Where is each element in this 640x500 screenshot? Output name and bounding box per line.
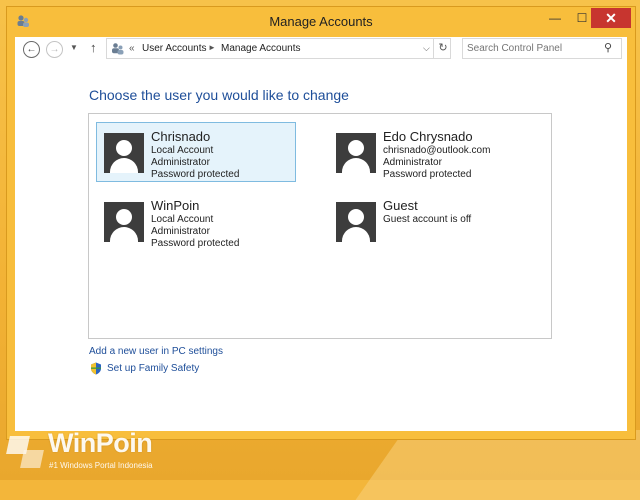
page-title: Choose the user you would like to change (89, 87, 349, 103)
recent-locations-dropdown[interactable]: ▼ (70, 43, 78, 52)
winpoin-watermark: WinPoin #1 Windows Portal Indonesia (6, 428, 178, 474)
manage-accounts-window: Manage Accounts — ☐ ✕ ← → ▼ ↑ « User Acc… (6, 6, 636, 440)
navigation-toolbar: ← → ▼ ↑ « User Accounts ► Manage Account… (15, 37, 627, 65)
up-button[interactable]: ↑ (90, 40, 97, 55)
shield-icon (91, 362, 101, 375)
avatar (336, 133, 376, 173)
winpoin-logo-accent (20, 450, 44, 468)
search-box[interactable]: ⚲ (462, 38, 622, 59)
desktop-light-streak (355, 430, 640, 500)
account-name: Chrisnado (151, 129, 211, 144)
forward-button[interactable]: → (46, 41, 63, 58)
breadcrumb-manage-accounts[interactable]: Manage Accounts (221, 43, 301, 54)
family-safety-link[interactable]: Set up Family Safety (107, 363, 199, 374)
address-bar[interactable]: « User Accounts ► Manage Accounts ⌵ ↻ (106, 38, 451, 59)
avatar (104, 133, 144, 173)
accounts-list: Chrisnado Local Account Administrator Pa… (88, 113, 552, 339)
account-name: Edo Chrysnado (383, 129, 473, 144)
breadcrumb-overflow-icon[interactable]: « (129, 43, 135, 54)
avatar (336, 202, 376, 242)
account-role: Administrator (151, 157, 210, 168)
account-password-status: Password protected (151, 169, 240, 180)
refresh-button[interactable]: ↻ (433, 39, 452, 58)
breadcrumb-separator-icon[interactable]: ► (208, 43, 216, 52)
account-name: Guest (383, 198, 418, 213)
back-button[interactable]: ← (23, 41, 40, 58)
account-type: Local Account (151, 214, 214, 225)
account-tile-winpoin[interactable]: WinPoin Local Account Administrator Pass… (96, 191, 296, 251)
account-status: Guest account is off (383, 214, 472, 225)
watermark-tagline: #1 Windows Portal Indonesia (49, 461, 153, 470)
account-password-status: Password protected (151, 238, 240, 249)
account-tile-guest[interactable]: Guest Guest account is off (328, 191, 528, 251)
control-panel-icon (112, 43, 124, 55)
avatar (104, 202, 144, 242)
close-button[interactable]: ✕ (591, 8, 631, 28)
account-tile-chrisnado[interactable]: Chrisnado Local Account Administrator Pa… (96, 122, 296, 182)
address-dropdown-icon[interactable]: ⌵ (423, 43, 430, 54)
window-content: ← → ▼ ↑ « User Accounts ► Manage Account… (15, 37, 627, 431)
breadcrumb-user-accounts[interactable]: User Accounts (142, 43, 206, 54)
search-input[interactable] (467, 41, 597, 56)
account-type: Local Account (151, 145, 214, 156)
account-role: Administrator (151, 226, 210, 237)
watermark-brand: WinPoin (48, 428, 153, 458)
account-email: chrisnado@outlook.com (383, 145, 491, 156)
account-name: WinPoin (151, 198, 200, 213)
account-tile-edo-chrysnado[interactable]: Edo Chrysnado chrisnado@outlook.com Admi… (328, 122, 528, 182)
add-new-user-link[interactable]: Add a new user in PC settings (89, 346, 223, 357)
title-bar[interactable]: Manage Accounts — ☐ ✕ (7, 7, 635, 37)
minimize-button[interactable]: — (541, 8, 569, 28)
account-role: Administrator (383, 157, 442, 168)
search-icon[interactable]: ⚲ (604, 41, 612, 54)
account-password-status: Password protected (383, 169, 472, 180)
